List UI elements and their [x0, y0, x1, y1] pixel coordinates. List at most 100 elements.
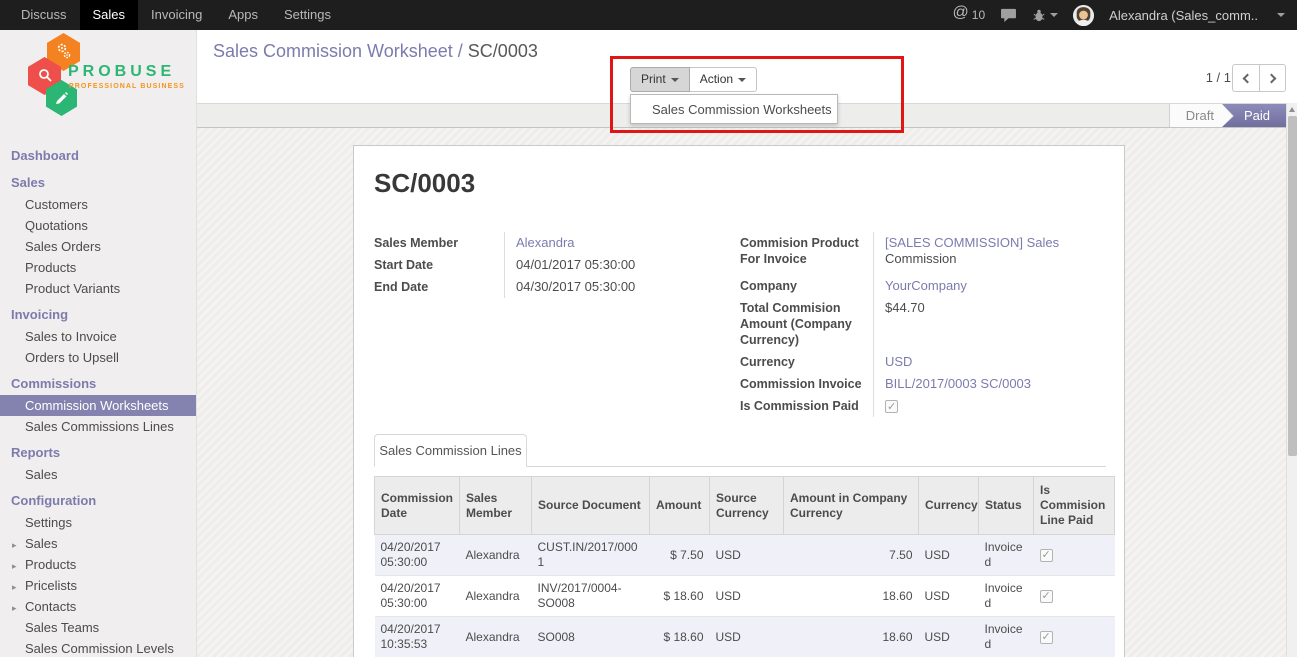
- action-button-label: Action: [700, 72, 733, 86]
- line-paid-checkbox[interactable]: ✓: [1040, 549, 1053, 562]
- breadcrumb: Sales Commission Worksheet / SC/0003: [213, 41, 538, 62]
- sidebar-section-configuration[interactable]: Configuration: [0, 490, 196, 512]
- mentions-counter[interactable]: @ 10: [953, 4, 986, 26]
- breadcrumb-parent-link[interactable]: Sales Commission Worksheet: [213, 41, 453, 61]
- line-paid-checkbox[interactable]: ✓: [1040, 631, 1053, 644]
- cell-amount: $ 7.50: [650, 535, 710, 576]
- cell-amount: $ 18.60: [650, 576, 710, 617]
- sidebar-section-reports[interactable]: Reports: [0, 442, 196, 464]
- checkmark-icon: ✓: [1042, 548, 1051, 563]
- chat-icon[interactable]: [1000, 8, 1017, 22]
- print-dropdown-menu: Sales Commission Worksheets: [630, 94, 838, 124]
- col-amount-company-currency[interactable]: Amount in Company Currency: [784, 477, 919, 535]
- sidebar-item-orders-to-upsell[interactable]: Orders to Upsell: [0, 347, 196, 368]
- sidebar-item-reports-sales[interactable]: Sales: [0, 464, 196, 485]
- form-sheet: SC/0003 Sales Member Alexandra Start Dat…: [353, 145, 1125, 657]
- cell-currency: USD: [919, 535, 979, 576]
- sidebar-item-sales-orders[interactable]: Sales Orders: [0, 236, 196, 257]
- cell-date: 04/20/2017 05:30:00: [375, 535, 460, 576]
- dropdown-item-sales-commission-worksheets[interactable]: Sales Commission Worksheets: [652, 102, 832, 117]
- sidebar-item-customers[interactable]: Customers: [0, 194, 196, 215]
- user-avatar[interactable]: [1073, 5, 1094, 26]
- caret-down-icon: [1277, 13, 1285, 17]
- col-status[interactable]: Status: [979, 477, 1034, 535]
- cell-line-paid: ✓: [1034, 535, 1115, 576]
- sidebar-item-config-contacts[interactable]: ▸Contacts: [0, 596, 196, 617]
- sidebar-item-sales-commission-levels[interactable]: Sales Commission Levels: [0, 638, 196, 659]
- sidebar-section-commissions[interactable]: Commissions: [0, 373, 196, 395]
- field-value-currency[interactable]: USD: [873, 351, 1110, 373]
- sidebar-item-product-variants[interactable]: Product Variants: [0, 278, 196, 299]
- sidebar-item-commission-worksheets[interactable]: Commission Worksheets: [0, 395, 196, 416]
- table-row[interactable]: 04/20/2017 05:30:00 Alexandra INV/2017/0…: [375, 576, 1115, 617]
- field-value-commission-invoice[interactable]: BILL/2017/0003 SC/0003: [873, 373, 1110, 395]
- sidebar-item-label: Sales: [25, 536, 58, 551]
- sidebar-item-sales-commissions-lines[interactable]: Sales Commissions Lines: [0, 416, 196, 437]
- sidebar-item-dashboard[interactable]: Dashboard: [0, 145, 196, 167]
- pager-next-button[interactable]: [1259, 64, 1286, 92]
- cell-amount: $ 18.60: [650, 617, 710, 658]
- field-value-company[interactable]: YourCompany: [873, 275, 1110, 297]
- vertical-scrollbar[interactable]: [1286, 103, 1297, 657]
- commission-product-rest: Commission: [885, 251, 957, 266]
- tab-sales-commission-lines[interactable]: Sales Commission Lines: [374, 434, 527, 467]
- sidebar-section-sales[interactable]: Sales: [0, 172, 196, 194]
- menu-invoicing[interactable]: Invoicing: [138, 0, 215, 30]
- checkmark-icon: ✓: [1042, 630, 1051, 645]
- menu-discuss[interactable]: Discuss: [8, 0, 80, 30]
- sidebar-item-config-sales[interactable]: ▸ Sales: [0, 533, 196, 554]
- company-logo[interactable]: PROBUSE PROFESSIONAL BUSINESS: [0, 30, 196, 122]
- col-is-commission-line-paid[interactable]: Is Commision Line Paid: [1034, 477, 1115, 535]
- sidebar-item-sales-to-invoice[interactable]: Sales to Invoice: [0, 326, 196, 347]
- col-commission-date[interactable]: Commission Date: [375, 477, 460, 535]
- sidebar-section-invoicing[interactable]: Invoicing: [0, 304, 196, 326]
- sidebar-item-config-pricelists[interactable]: ▸Pricelists: [0, 575, 196, 596]
- sidebar-item-label: Contacts: [25, 599, 76, 614]
- field-value-sales-member[interactable]: Alexandra: [504, 232, 714, 254]
- table-row[interactable]: 04/20/2017 05:30:00 Alexandra CUST.IN/20…: [375, 535, 1115, 576]
- cell-source-currency: USD: [710, 535, 784, 576]
- is-commission-paid-checkbox[interactable]: ✓: [885, 400, 898, 413]
- cell-amount-company: 18.60: [784, 617, 919, 658]
- scrollbar-up-button[interactable]: [1287, 103, 1297, 116]
- field-label-currency: Currency: [740, 351, 873, 373]
- action-button[interactable]: Action: [690, 67, 757, 92]
- sidebar-item-config-products[interactable]: ▸Products: [0, 554, 196, 575]
- debug-bug-icon[interactable]: [1032, 8, 1058, 22]
- user-menu[interactable]: Alexandra (Sales_comm..: [1109, 8, 1258, 23]
- checkmark-icon: ✓: [887, 399, 896, 415]
- sidebar-item-products[interactable]: Products: [0, 257, 196, 278]
- print-button[interactable]: Print: [630, 67, 690, 92]
- cell-source-currency: USD: [710, 576, 784, 617]
- breadcrumb-current: SC/0003: [468, 41, 538, 61]
- caret-down-icon: [671, 78, 679, 82]
- field-label-sales-member: Sales Member: [374, 232, 504, 254]
- menu-settings[interactable]: Settings: [271, 0, 344, 30]
- col-sales-member[interactable]: Sales Member: [460, 477, 532, 535]
- field-value-commission-product: [SALES COMMISSION] Sales Commission: [873, 232, 1110, 270]
- cell-line-paid: ✓: [1034, 576, 1115, 617]
- cell-line-paid: ✓: [1034, 617, 1115, 658]
- sidebar-item-quotations[interactable]: Quotations: [0, 215, 196, 236]
- col-currency[interactable]: Currency: [919, 477, 979, 535]
- col-amount[interactable]: Amount: [650, 477, 710, 535]
- line-paid-checkbox[interactable]: ✓: [1040, 590, 1053, 603]
- sidebar-item-settings[interactable]: Settings: [0, 512, 196, 533]
- caret-down-icon: [1050, 13, 1058, 17]
- sidebar-item-sales-teams[interactable]: Sales Teams: [0, 617, 196, 638]
- col-source-currency[interactable]: Source Currency: [710, 477, 784, 535]
- field-group-left: Sales Member Alexandra Start Date 04/01/…: [374, 232, 714, 298]
- pager-counter: 1 / 1: [1206, 70, 1231, 85]
- pager-previous-button[interactable]: [1232, 64, 1259, 92]
- scrollbar-thumb[interactable]: [1288, 116, 1297, 456]
- status-step-draft[interactable]: Draft: [1169, 104, 1222, 127]
- print-button-label: Print: [641, 72, 666, 86]
- menu-sales[interactable]: Sales: [80, 0, 139, 30]
- col-source-document[interactable]: Source Document: [532, 477, 650, 535]
- expand-caret-icon: ▸: [12, 538, 17, 553]
- commission-product-link[interactable]: [SALES COMMISSION] Sales: [885, 235, 1059, 250]
- record-title: SC/0003: [374, 168, 475, 199]
- checkmark-icon: ✓: [1042, 589, 1051, 604]
- menu-apps[interactable]: Apps: [215, 0, 271, 30]
- table-row[interactable]: 04/20/2017 10:35:53 Alexandra SO008 $ 18…: [375, 617, 1115, 658]
